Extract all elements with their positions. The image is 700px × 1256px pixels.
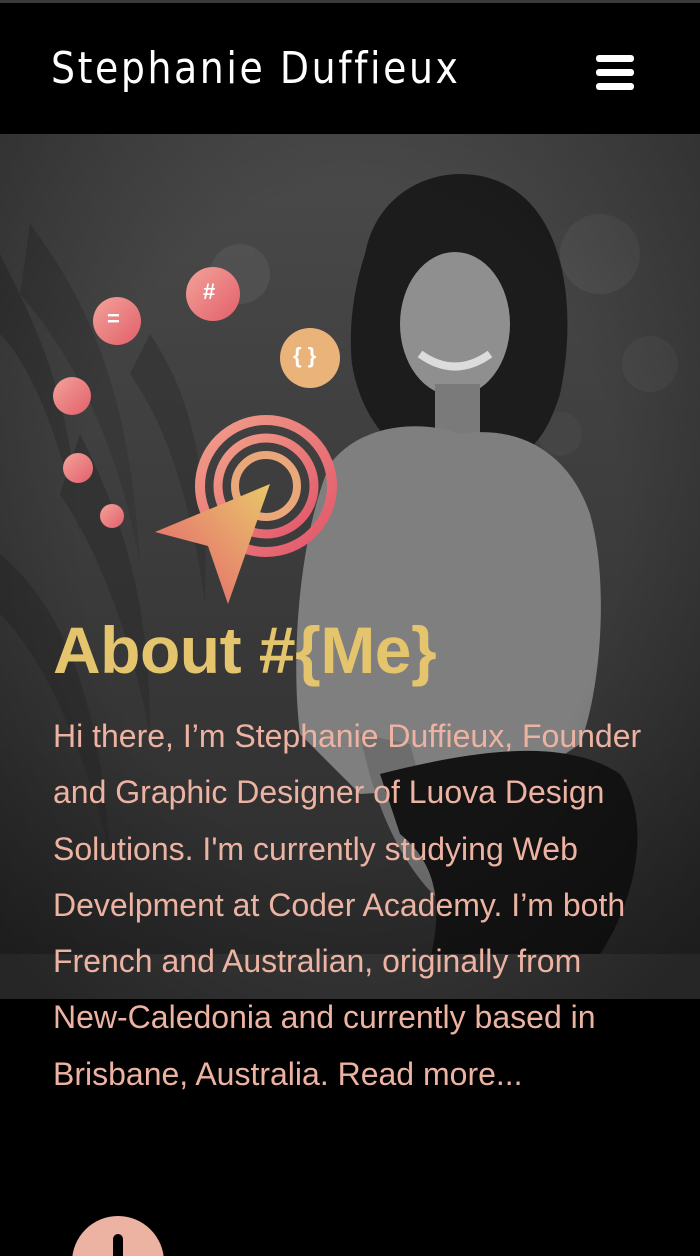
braces-badge-label: { } xyxy=(293,343,317,368)
site-title[interactable]: Stephanie Duffieux xyxy=(51,43,461,94)
hamburger-icon-bar xyxy=(596,69,634,76)
read-more-link[interactable]: Read more... xyxy=(338,1056,523,1092)
dot-icon xyxy=(63,453,93,483)
dot-icon xyxy=(100,504,124,528)
top-navigation-bar: Stephanie Duffieux xyxy=(0,0,700,134)
equals-badge-label: = xyxy=(107,306,120,331)
about-heading: About #{Me} xyxy=(53,613,437,687)
hamburger-icon-bar xyxy=(596,55,634,62)
scroll-down-icon xyxy=(113,1234,123,1256)
hamburger-icon-bar xyxy=(596,83,634,90)
bio-text: Hi there, I’m Stephanie Duffieux, Founde… xyxy=(53,718,642,1092)
scroll-down-button[interactable] xyxy=(72,1216,164,1256)
about-bio-paragraph: Hi there, I’m Stephanie Duffieux, Founde… xyxy=(53,708,643,1102)
dot-icon xyxy=(53,377,91,415)
hamburger-menu-button[interactable] xyxy=(592,53,638,93)
hash-badge-label: # xyxy=(203,279,216,304)
